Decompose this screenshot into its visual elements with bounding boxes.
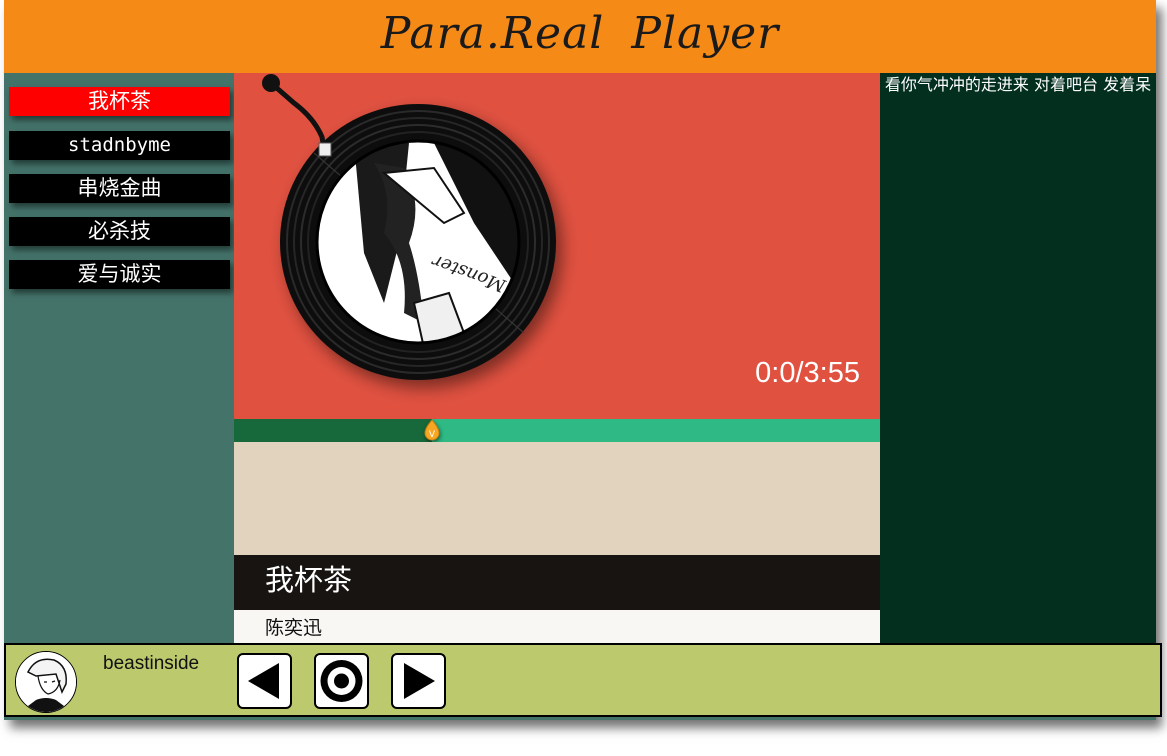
control-bar: beastinside (4, 643, 1162, 717)
handle-label: V (429, 430, 436, 440)
app-title: Para.Real Player (380, 8, 780, 59)
lyrics-area (234, 442, 880, 555)
next-button[interactable] (391, 653, 446, 709)
player-stage: Monster 0:0/3:55 (234, 73, 880, 419)
tonearm (268, 80, 327, 152)
now-playing-artist-bar: 陈奕迅 (234, 610, 880, 643)
progress-bar[interactable]: V (234, 419, 880, 442)
app-header: Para.Real Player (4, 0, 1156, 73)
stop-icon (320, 660, 363, 702)
avatar-icon (16, 652, 76, 712)
next-icon (404, 663, 435, 699)
now-playing-title: 我杯茶 (265, 563, 353, 597)
playlist-item[interactable]: 我杯茶 (9, 87, 230, 116)
progress-handle[interactable]: V (424, 419, 440, 441)
stop-button[interactable] (314, 653, 369, 709)
progress-played (234, 419, 432, 442)
username: beastinside (103, 653, 200, 674)
playlist-item[interactable]: 串烧金曲 (9, 174, 230, 203)
previous-icon (248, 663, 279, 699)
time-display: 0:0/3:55 (755, 357, 860, 389)
previous-button[interactable] (237, 653, 292, 709)
playlist-item[interactable]: 必杀技 (9, 217, 230, 246)
now-playing-artist: 陈奕迅 (265, 617, 323, 639)
playlist-sidebar: 我杯茶 stadnbyme 串烧金曲 必杀技 爱与诚实 (4, 73, 234, 643)
comment-text: 看你气冲冲的走进来 对着吧台 发着呆 (884, 75, 1152, 94)
comment-panel: 看你气冲冲的走进来 对着吧台 发着呆 (880, 73, 1156, 643)
playlist-item[interactable]: 爱与诚实 (9, 260, 230, 289)
avatar[interactable] (15, 651, 77, 713)
playlist-item[interactable]: stadnbyme (9, 131, 230, 160)
now-playing-title-bar: 我杯茶 (234, 555, 880, 610)
